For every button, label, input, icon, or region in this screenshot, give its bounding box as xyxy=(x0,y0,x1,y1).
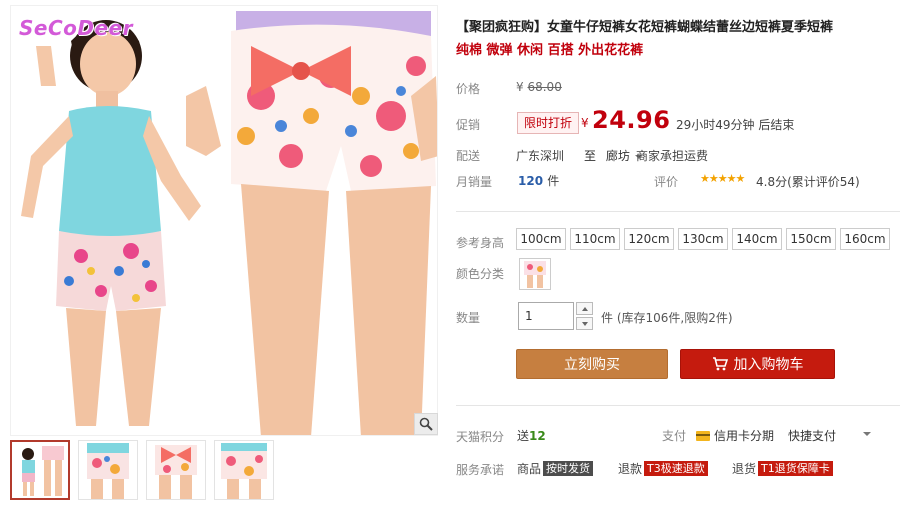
service-goods: 商品 按时发货 xyxy=(517,460,594,477)
brand-logo: SeCoDeer xyxy=(19,16,133,40)
size-option[interactable]: 140cm xyxy=(732,228,782,250)
add-to-cart-button[interactable]: 加入购物车 xyxy=(680,349,835,379)
promo-label: 促销 xyxy=(456,118,481,132)
credit-card-icon xyxy=(696,430,710,441)
thumbnail-1[interactable] xyxy=(10,440,70,500)
thumbnail-strip xyxy=(10,440,282,506)
pay-label: 支付 xyxy=(662,429,687,443)
shipping-fee: 商家承担运费 xyxy=(636,149,709,163)
points-prefix: 送 xyxy=(517,429,530,443)
size-option[interactable]: 150cm xyxy=(786,228,836,250)
rating-summary[interactable]: 4.8分(累计评价54) xyxy=(756,173,860,190)
price-label: 价格 xyxy=(456,82,481,96)
size-options: 100cm 110cm 120cm 130cm 140cm 150cm 160c… xyxy=(516,228,894,250)
product-subtitle: 纯棉 微弹 休闲 百搭 外出花花裤 xyxy=(456,43,644,58)
service-refund-label: 退款 xyxy=(618,462,643,476)
ship-from: 广东深圳 xyxy=(516,149,565,163)
size-option[interactable]: 100cm xyxy=(516,228,566,250)
size-option[interactable]: 130cm xyxy=(678,228,728,250)
pay-credit-installment[interactable]: 信用卡分期 xyxy=(696,427,774,444)
sales-label: 月销量 xyxy=(456,175,493,189)
promo-countdown: 29小时49分钟 后结束 xyxy=(676,118,795,132)
service-goods-label: 商品 xyxy=(517,462,542,476)
divider xyxy=(456,211,900,212)
size-option[interactable]: 160cm xyxy=(840,228,890,250)
zoom-button[interactable] xyxy=(414,413,438,435)
stock-info: 件 (库存106件,限购2件) xyxy=(601,311,733,325)
size-option[interactable]: 120cm xyxy=(624,228,674,250)
ship-to-prefix: 至 xyxy=(584,149,597,163)
sales-count-value: 120 xyxy=(518,174,544,188)
service-goods-badge: 按时发货 xyxy=(543,461,594,476)
promo-currency: ¥ xyxy=(581,116,589,130)
promo-tag: 限时打折 xyxy=(517,112,580,134)
quantity-label: 数量 xyxy=(456,311,481,325)
add-to-cart-label: 加入购物车 xyxy=(733,357,804,373)
chevron-down-icon xyxy=(581,321,588,326)
product-title: 【聚团疯狂购】女童牛仔短裤女花短裤蝴蝶结蕾丝边短裤夏季短裤 xyxy=(456,20,834,35)
service-refund-badge: T3极速退款 xyxy=(644,461,708,476)
color-label: 颜色分类 xyxy=(456,267,505,281)
buy-now-button[interactable]: 立刻购买 xyxy=(516,349,668,379)
size-label: 参考身高 xyxy=(456,236,505,250)
chevron-down-icon[interactable] xyxy=(863,432,871,436)
original-price-value: 68.00 xyxy=(527,80,562,94)
service-return: 退货 T1退货保障卡 xyxy=(732,460,833,477)
points-value: 送12 xyxy=(517,427,546,444)
chevron-up-icon xyxy=(581,306,588,311)
ship-to-city: 廊坊 xyxy=(605,149,630,163)
service-return-label: 退货 xyxy=(732,462,757,476)
quantity-input[interactable] xyxy=(518,302,574,330)
thumbnail-2[interactable] xyxy=(78,440,138,500)
model-girl xyxy=(21,20,201,426)
pay-credit-label: 信用卡分期 xyxy=(714,429,775,443)
color-swatch[interactable] xyxy=(519,258,551,290)
quantity-decrease-button[interactable] xyxy=(576,317,593,330)
size-option[interactable]: 110cm xyxy=(570,228,620,250)
service-return-badge: T1退货保障卡 xyxy=(758,461,833,476)
rating-stars: ★★★★★ xyxy=(700,172,745,185)
ship-to-selector[interactable]: 至 廊坊 xyxy=(584,147,643,164)
magnifier-icon xyxy=(419,417,433,431)
service-refund: 退款 T3极速退款 xyxy=(618,460,708,477)
promo-price: 24.96 xyxy=(592,106,671,134)
sales-count: 120 件 xyxy=(518,172,559,189)
pay-quick[interactable]: 快捷支付 xyxy=(788,427,836,444)
points-label: 天猫积分 xyxy=(456,430,505,444)
thumbnail-3[interactable] xyxy=(146,440,206,500)
shipping-label: 配送 xyxy=(456,149,481,163)
points-number: 12 xyxy=(529,429,546,443)
product-detail-panel: 【聚团疯狂购】女童牛仔短裤女花短裤蝴蝶结蕾丝边短裤夏季短裤 纯棉 微弹 休闲 百… xyxy=(456,0,900,512)
sales-count-unit: 件 xyxy=(547,174,560,188)
product-main-image[interactable]: SeCoDeer xyxy=(10,5,438,436)
model-legs xyxy=(186,11,437,435)
thumbnail-4[interactable] xyxy=(214,440,274,500)
original-price: ¥ 68.00 xyxy=(516,80,562,94)
service-label: 服务承诺 xyxy=(456,463,505,477)
original-price-currency: ¥ xyxy=(516,80,524,94)
quantity-increase-button[interactable] xyxy=(576,302,593,315)
cart-icon xyxy=(712,357,728,371)
review-label: 评价 xyxy=(654,175,679,189)
product-photo xyxy=(21,11,437,435)
divider xyxy=(456,405,900,406)
